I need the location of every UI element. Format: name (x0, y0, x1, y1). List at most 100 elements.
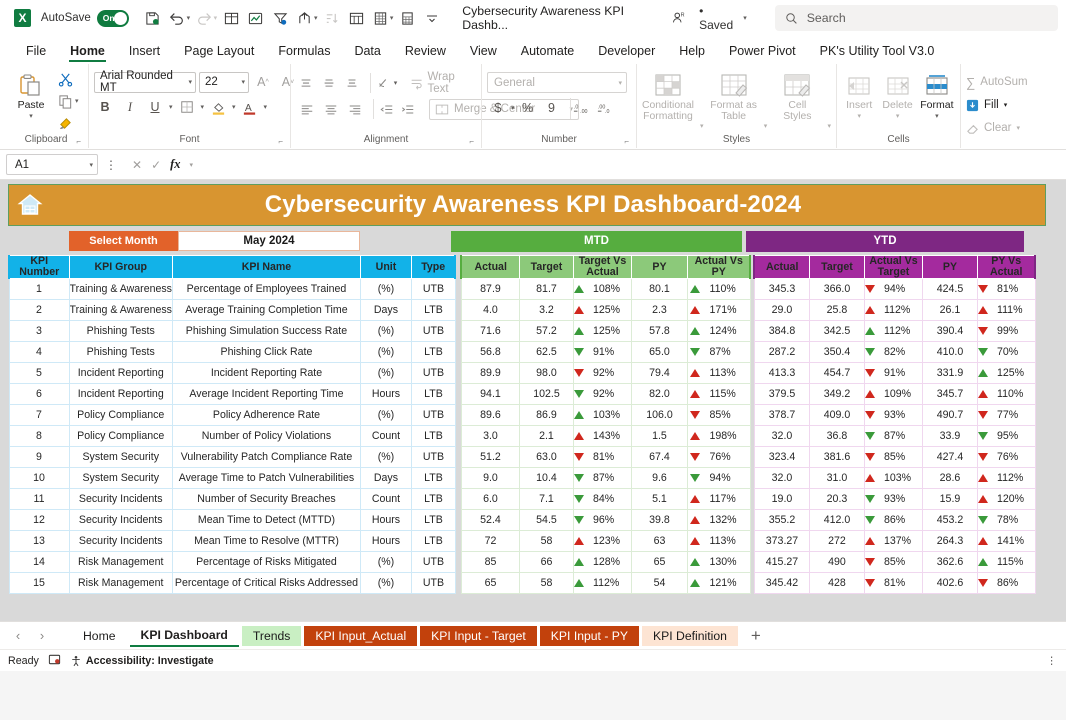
font-dialog-launcher-icon[interactable]: ⌐ (278, 137, 283, 146)
clear-caret-icon[interactable]: ▾ (1016, 124, 1020, 132)
insert-cells-button[interactable]: Insert ▾ (842, 73, 876, 120)
format-caret-icon[interactable]: ▾ (935, 112, 939, 120)
format-cells-button[interactable]: Format ▾ (919, 73, 955, 120)
saved-status[interactable]: • Saved (699, 4, 738, 32)
sheet-tab-kpi-definition[interactable]: KPI Definition (642, 625, 738, 646)
share-dropdown-caret-icon[interactable]: ▾ (314, 14, 318, 22)
font-color-button[interactable]: A (239, 97, 261, 118)
number-dialog-launcher-icon[interactable]: ⌐ (624, 137, 629, 146)
tab-review[interactable]: Review (393, 42, 458, 62)
home-icon[interactable] (9, 193, 51, 217)
delete-caret-icon[interactable]: ▾ (896, 112, 900, 120)
clipboard-dialog-launcher-icon[interactable]: ⌐ (76, 137, 81, 146)
font-size-select[interactable]: 22 ▾ (199, 71, 249, 93)
pivot-table-icon[interactable] (344, 5, 368, 31)
tab-insert[interactable]: Insert (117, 42, 172, 62)
document-title[interactable]: Cybersecurity Awareness KPI Dashb... (462, 4, 660, 32)
fx-icon[interactable]: fx (170, 157, 180, 172)
currency-button[interactable]: $ (487, 98, 509, 119)
font-color-caret-icon[interactable]: ▾ (264, 103, 268, 111)
search-input[interactable]: Search (774, 5, 1059, 31)
font-family-select[interactable]: Arial Rounded MT ▾ (94, 70, 196, 94)
fill-color-caret-icon[interactable]: ▾ (232, 103, 236, 111)
decrease-decimal-icon[interactable]: .00.0 (594, 98, 616, 119)
tab-help[interactable]: Help (667, 42, 717, 62)
alignment-dialog-launcher-icon[interactable]: ⌐ (469, 137, 474, 146)
tab-power-pivot[interactable]: Power Pivot (717, 42, 808, 62)
comma-style-button[interactable]: 9 (541, 98, 563, 119)
name-box-options-icon[interactable]: ⋮ (102, 158, 120, 172)
tab-automate[interactable]: Automate (509, 42, 587, 62)
sheet-tab-kpi-input-py[interactable]: KPI Input - PY (539, 625, 640, 646)
tab-pk-utility-tool[interactable]: PK's Utility Tool V3.0 (808, 42, 947, 62)
chart-icon[interactable] (244, 5, 268, 31)
name-box[interactable]: A1 ▾ (6, 154, 98, 175)
saved-dropdown-caret-icon[interactable]: ▾ (743, 14, 747, 22)
borders-button[interactable] (176, 97, 198, 118)
cell-styles-button[interactable]: Cell Styles (773, 73, 821, 122)
filter-icon[interactable] (268, 5, 292, 31)
cell-styles-caret-icon[interactable]: ▾ (827, 122, 831, 134)
currency-caret-icon[interactable]: ▾ (511, 104, 515, 112)
sheet-tab-trends[interactable]: Trends (241, 625, 302, 646)
more-commands-icon[interactable] (420, 5, 444, 31)
confirm-icon[interactable]: ✓ (151, 158, 161, 172)
bold-button[interactable]: B (94, 97, 116, 118)
italic-button[interactable]: I (119, 97, 141, 118)
tab-view[interactable]: View (458, 42, 509, 62)
next-sheet-icon[interactable]: › (30, 628, 54, 643)
percent-style-button[interactable]: % (517, 98, 539, 119)
clear-button[interactable]: Clear ▾ (966, 118, 1020, 138)
align-left-icon[interactable] (296, 99, 317, 119)
align-right-icon[interactable] (344, 99, 365, 119)
sheet-dropdown-caret-icon[interactable]: ▾ (390, 14, 394, 22)
format-painter-button[interactable] (56, 113, 81, 133)
align-top-icon[interactable] (296, 73, 316, 93)
copy-button[interactable]: ▾ (56, 91, 81, 111)
insert-caret-icon[interactable]: ▾ (857, 112, 861, 120)
table-icon[interactable] (219, 5, 243, 31)
tab-page-layout[interactable]: Page Layout (172, 42, 266, 62)
format-as-table-caret-icon[interactable]: ▾ (764, 122, 768, 134)
wrap-text-button[interactable]: Wrap Text (408, 71, 476, 95)
number-format-select[interactable]: General ▾ (487, 72, 627, 93)
save-icon[interactable] (141, 5, 165, 31)
copy-caret-icon[interactable]: ▾ (75, 97, 79, 105)
tab-developer[interactable]: Developer (586, 42, 667, 62)
decrease-indent-icon[interactable] (373, 99, 394, 119)
align-bottom-icon[interactable] (342, 73, 362, 93)
undo-dropdown-caret-icon[interactable]: ▾ (187, 14, 191, 22)
increase-font-size-icon[interactable]: A ^ (252, 72, 274, 93)
fill-button[interactable]: Fill ▾ (966, 95, 1007, 115)
fill-caret-icon[interactable]: ▾ (1004, 101, 1008, 109)
sheet-tab-kpi-input-actual[interactable]: KPI Input_Actual (304, 625, 418, 646)
cancel-icon[interactable]: ✕ (132, 158, 142, 172)
tab-formulas[interactable]: Formulas (266, 42, 342, 62)
delete-cells-button[interactable]: Delete ▾ (880, 73, 914, 120)
increase-indent-icon[interactable] (397, 99, 418, 119)
underline-button[interactable]: U (144, 97, 166, 118)
add-sheet-button[interactable]: + (741, 626, 771, 646)
sheet-tab-home[interactable]: Home (72, 626, 127, 646)
formula-bar-expand-caret-icon[interactable]: ▾ (190, 161, 194, 169)
format-as-table-button[interactable]: Format as Table (710, 73, 758, 122)
align-center-icon[interactable] (320, 99, 341, 119)
increase-decimal-icon[interactable]: .0.00 (569, 97, 592, 119)
tab-home[interactable]: Home (58, 42, 117, 62)
autosave-toggle[interactable]: On (96, 9, 129, 27)
more-options-icon[interactable]: ⋮ (1046, 654, 1058, 667)
underline-caret-icon[interactable]: ▾ (169, 103, 173, 111)
cut-button[interactable] (56, 69, 81, 89)
macro-record-icon[interactable] (48, 653, 61, 669)
align-middle-icon[interactable] (319, 73, 339, 93)
orientation-caret-icon[interactable]: ▾ (394, 79, 398, 87)
tab-file[interactable]: File (14, 42, 58, 62)
tab-data[interactable]: Data (342, 42, 392, 62)
paste-caret-icon[interactable]: ▾ (29, 112, 33, 120)
borders-caret-icon[interactable]: ▾ (201, 103, 205, 111)
accessibility-status[interactable]: Accessibility: Investigate (70, 655, 214, 667)
formula-input[interactable] (205, 154, 1060, 175)
sheet-tab-kpi-dashboard[interactable]: KPI Dashboard (129, 625, 239, 647)
month-selector[interactable]: May 2024 (178, 231, 360, 251)
text-orientation-icon[interactable] (369, 73, 391, 93)
